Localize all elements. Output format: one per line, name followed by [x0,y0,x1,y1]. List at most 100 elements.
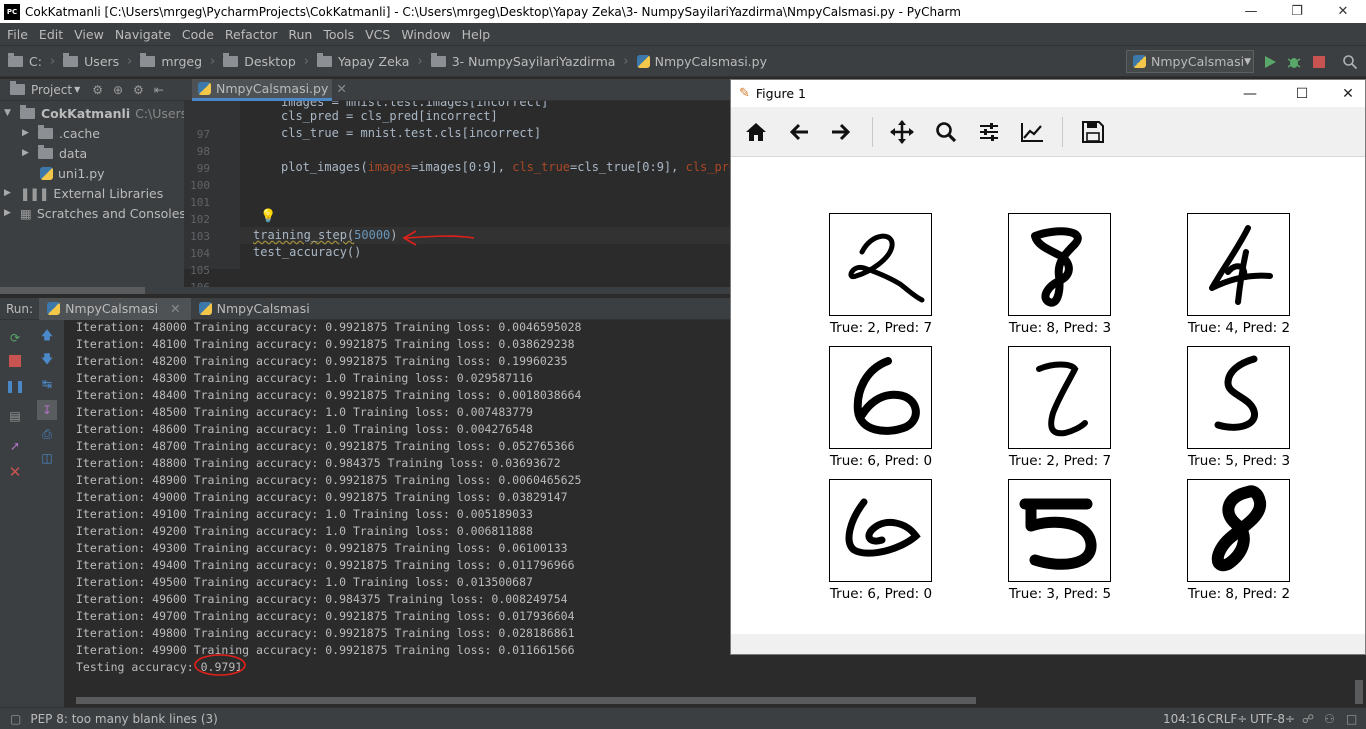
console-line: Iteration: 49700 Training accuracy: 0.99… [76,609,575,623]
close-icon[interactable]: ✕ [7,463,23,481]
restore-icon[interactable]: ❐ [1274,0,1320,23]
code-line: images = mnist.test.images[incorrect] [281,101,549,109]
menu-vcs[interactable]: VCS [360,27,396,42]
editor-tab-label: NmpyCalsmasi.py [216,81,329,96]
breadcrumb-separator: › [127,53,133,69]
stop-icon[interactable] [7,353,23,369]
console-vertical-scrollbar[interactable] [1355,680,1363,704]
menu-edit[interactable]: Edit [34,27,69,42]
breadcrumb-desktop[interactable]: Desktop [223,52,296,69]
menu-refactor[interactable]: Refactor [220,27,283,42]
back-arrow-icon[interactable] [786,119,812,145]
scroll-up-icon[interactable]: 🡅 [39,328,55,344]
soft-wrap-icon[interactable]: ↹ [39,376,55,392]
zoom-icon[interactable] [933,119,959,145]
trash-icon[interactable]: ◫ [39,450,55,466]
digit-caption: True: 6, Pred: 0 [829,586,933,602]
figure-canvas[interactable]: True: 2, Pred: 7 True: 8, Pred: 3 True: … [731,157,1365,634]
stop-icon[interactable] [1310,53,1328,71]
line-separator[interactable]: CRLF÷ [1207,712,1247,726]
breadcrumb-separator: › [210,53,216,69]
run-tab-1[interactable]: NmpyCalsmasi ✕ [39,297,191,320]
scrollbar-thumb[interactable] [76,697,976,704]
breadcrumb-drive[interactable]: C: [8,52,42,69]
search-everywhere-icon[interactable] [1341,53,1359,71]
minimize-icon[interactable]: — [1227,80,1273,107]
settings-icon[interactable]: ⚙ [92,83,103,97]
tree-item-scratches[interactable]: ▶ ▦ Scratches and Consoles [4,203,186,223]
breadcrumb-user[interactable]: mrgeg [140,52,202,69]
run-console[interactable]: Iteration: 48000 Training accuracy: 0.99… [64,320,730,693]
run-tab-2[interactable]: NmpyCalsmasi [191,298,320,320]
home-icon[interactable] [743,119,769,145]
editor-horizontal-scrollbar[interactable] [0,287,730,294]
edit-axis-icon[interactable] [1019,119,1045,145]
layout-icon[interactable]: ▤ [7,408,23,424]
minimize-icon[interactable]: — [1228,0,1274,23]
maximize-icon[interactable]: ☐ [1279,80,1325,107]
scroll-to-end-icon[interactable]: ↧ [37,400,57,420]
tree-item-cache[interactable]: ▶ .cache [22,123,100,143]
breadcrumb-users[interactable]: Users [63,52,119,69]
debug-icon[interactable] [1285,53,1303,71]
digit-image-5 [1187,346,1290,449]
breadcrumb-separator: › [417,53,423,69]
project-view-select[interactable]: Project [31,83,72,97]
tree-item-external-libraries[interactable]: ▶ ❚❚❚ External Libraries [4,183,163,203]
caret-position[interactable]: 104:16 [1163,712,1205,726]
editor-tab-nmpycalsmasi[interactable]: NmpyCalsmasi.py ✕ [192,79,347,101]
locate-file-icon[interactable]: ⊕ [113,83,123,97]
menu-window[interactable]: Window [396,27,456,42]
pan-icon[interactable] [889,119,915,145]
tree-item-data[interactable]: ▶ data [22,143,87,163]
inspector-icon[interactable]: ⚇ [1324,712,1335,726]
tree-item-uni1[interactable]: uni1.py [40,163,105,183]
console-horizontal-scrollbar[interactable] [76,697,976,704]
file-encoding[interactable]: UTF-8÷ [1250,712,1295,726]
breadcrumb-file[interactable]: NmpyCalsmasi.py [636,54,767,69]
menu-run[interactable]: Run [283,27,318,42]
console-line: Iteration: 48900 Training accuracy: 0.99… [76,473,582,487]
rerun-icon[interactable]: ⟳ [7,330,23,346]
pause-icon[interactable]: ❚❚ [5,378,25,394]
menu-code[interactable]: Code [177,27,220,42]
save-icon[interactable] [1080,119,1106,145]
scrollbar-thumb[interactable] [0,287,145,294]
tool-windows-icon[interactable]: ▢ [10,712,21,726]
digit-image-8 [1008,213,1111,316]
line-number: 101 [190,196,210,209]
configure-subplots-icon[interactable] [976,119,1002,145]
folder-icon [38,124,53,139]
close-tab-icon[interactable]: ✕ [336,81,346,96]
pin-icon[interactable]: ➚ [7,438,23,454]
library-icon: ❚❚❚ [20,185,49,201]
chevron-down-icon: ▼ [74,85,81,94]
hide-panel-icon[interactable]: ⇤ [154,83,164,97]
tree-item-label: CokKatmanli [41,105,131,121]
gear-icon[interactable]: ⚙ [133,83,144,97]
digit-image-4 [1187,213,1290,316]
print-icon[interactable]: ⎙ [39,426,55,442]
run-configuration-select[interactable]: NmpyCalsmasi ▼ [1126,50,1254,73]
close-tab-icon[interactable]: ✕ [170,301,180,316]
code-token: =images[0:9], [411,160,513,174]
run-icon[interactable] [1261,53,1279,71]
code-editor[interactable]: images = mnist.test.images[incorrect] cl… [240,101,730,269]
breadcrumb-project-folder[interactable]: 3- NumpySayilariYazdirma [430,52,615,69]
breadcrumb-yapay-zeka[interactable]: Yapay Zeka [317,52,409,69]
menu-view[interactable]: View [69,27,110,42]
menu-tools[interactable]: Tools [318,27,360,42]
lightbulb-icon[interactable]: 💡 [260,209,276,224]
code-line: cls_true = mnist.test.cls[incorrect] [281,126,542,140]
close-icon[interactable]: ✕ [1325,80,1366,107]
event-log-icon[interactable]: □ [1346,712,1357,726]
close-icon[interactable]: ✕ [1320,0,1366,23]
menu-help[interactable]: Help [457,27,497,42]
menu-navigate[interactable]: Navigate [110,27,177,42]
scroll-down-icon[interactable]: 🡇 [39,352,55,368]
menu-file[interactable]: File [2,27,34,42]
lock-icon[interactable]: ☍ [1302,712,1314,726]
code-token: 50000 [354,228,391,242]
forward-arrow-icon[interactable] [828,119,854,145]
folder-icon [63,52,79,67]
